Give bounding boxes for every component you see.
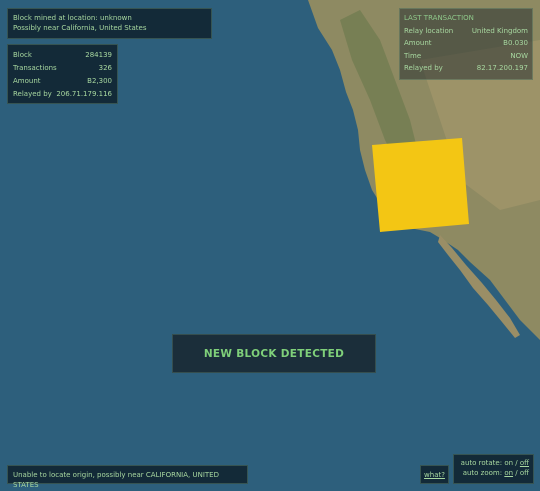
auto-zoom-label: auto zoom: bbox=[462, 469, 503, 477]
location-line-2: Possibly near California, United States bbox=[13, 24, 147, 32]
tx-amount-value: B0.030 bbox=[503, 39, 528, 47]
tx-relayed-by-label: Relayed by bbox=[404, 64, 443, 72]
location-panel: Block mined at location: unknown Possibl… bbox=[7, 8, 212, 39]
block-row: Block 284139 bbox=[13, 49, 112, 62]
transactions-value: 326 bbox=[98, 64, 112, 72]
tx-amount-row: Amount B0.030 bbox=[404, 37, 528, 50]
amount-row: Amount B2,300 bbox=[13, 75, 112, 88]
tx-amount-label: Amount bbox=[404, 39, 432, 47]
auto-rotate-control: auto rotate: on / off bbox=[458, 458, 529, 468]
new-block-banner: NEW BLOCK DETECTED bbox=[172, 334, 376, 373]
tx-time-label: Time bbox=[404, 51, 422, 60]
relay-location-label: Relay location bbox=[404, 26, 454, 35]
block-value: 284139 bbox=[85, 51, 112, 59]
relay-location-row: Relay location United Kingdom bbox=[404, 25, 528, 38]
location-line-1: Block mined at location: unknown bbox=[13, 14, 132, 22]
tx-relayed-by-row: Relayed by 82.17.200.197 bbox=[404, 62, 528, 75]
auto-rotate-off[interactable]: off bbox=[520, 459, 529, 467]
block-info-panel: Block 284139 Transactions 326 Amount B2,… bbox=[7, 44, 118, 104]
block-label: Block bbox=[13, 51, 32, 59]
last-transaction-title: LAST TRANSACTION bbox=[404, 14, 474, 22]
transactions-row: Transactions 326 bbox=[13, 62, 112, 75]
what-help-link-panel: what? bbox=[420, 465, 449, 484]
auto-zoom-separator: / bbox=[515, 469, 518, 477]
auto-controls-panel: auto rotate: on / off auto zoom: on / of… bbox=[453, 454, 534, 484]
auto-zoom-on[interactable]: on bbox=[504, 469, 513, 477]
tx-relayed-by-value: 82.17.200.197 bbox=[476, 64, 528, 72]
status-message: Unable to locate origin, possibly near C… bbox=[7, 465, 248, 489]
amount-value: B2,300 bbox=[87, 77, 112, 85]
last-transaction-panel: LAST TRANSACTION Relay location United K… bbox=[399, 8, 533, 80]
tx-time-row: Time NOW bbox=[404, 50, 528, 63]
auto-rotate-on[interactable]: on bbox=[504, 459, 513, 467]
auto-zoom-off[interactable]: off bbox=[520, 469, 529, 477]
relayed-by-value: 206.71.179.116 bbox=[56, 90, 112, 98]
relayed-by-row: Relayed by 206.71.179.116 bbox=[13, 88, 112, 101]
auto-rotate-label: auto rotate: bbox=[460, 459, 503, 467]
relay-location-value: United Kingdom bbox=[471, 26, 528, 35]
transactions-label: Transactions bbox=[13, 64, 57, 72]
auto-rotate-separator: / bbox=[515, 459, 518, 467]
tx-time-value: NOW bbox=[510, 51, 528, 60]
block-location-marker bbox=[372, 138, 469, 232]
relayed-by-label: Relayed by bbox=[13, 90, 52, 98]
amount-label: Amount bbox=[13, 77, 41, 85]
what-help-link[interactable]: what? bbox=[424, 471, 445, 479]
auto-zoom-control: auto zoom: on / off bbox=[458, 468, 529, 478]
